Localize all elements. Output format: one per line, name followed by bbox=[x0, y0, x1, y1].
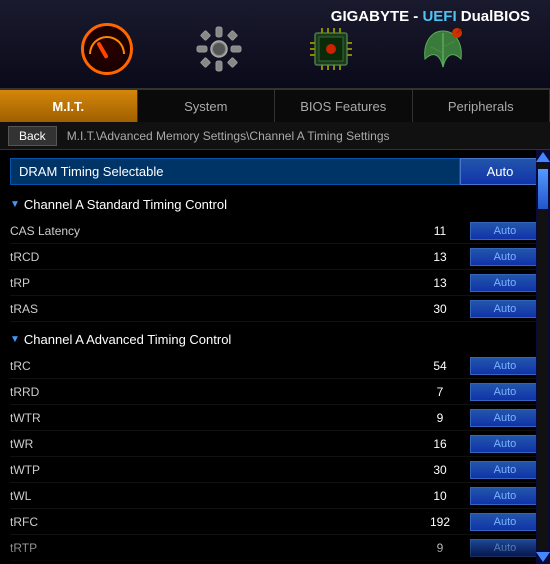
table-row: tRP 13 Auto bbox=[10, 270, 540, 296]
triangle-icon-adv: ▼ bbox=[10, 334, 20, 345]
advanced-timing-header: ▼ Channel A Advanced Timing Control bbox=[10, 332, 540, 347]
table-row: tWTR 9 Auto bbox=[10, 405, 540, 431]
gear-icon bbox=[193, 23, 245, 75]
trrd-btn[interactable]: Auto bbox=[470, 383, 540, 401]
speedometer-icon bbox=[81, 23, 133, 75]
standard-timing-rows: CAS Latency 11 Auto tRCD 13 Auto tRP 13 … bbox=[10, 218, 540, 322]
dram-timing-btn[interactable]: Auto bbox=[460, 158, 540, 185]
system-icon-area bbox=[193, 23, 245, 75]
table-row: tRRD 7 Auto bbox=[10, 379, 540, 405]
back-button[interactable]: Back bbox=[8, 126, 57, 146]
gigabyte-text: GIGABYTE - bbox=[331, 8, 423, 25]
trtp-btn[interactable]: Auto bbox=[470, 539, 540, 557]
table-row: tRTP 9 Auto bbox=[10, 535, 540, 561]
speedometer-arc bbox=[89, 36, 125, 54]
tab-system[interactable]: System bbox=[138, 90, 276, 122]
twr-btn[interactable]: Auto bbox=[470, 435, 540, 453]
bios-icon-area bbox=[305, 23, 357, 75]
trfc-btn[interactable]: Auto bbox=[470, 513, 540, 531]
uefi-text: UEFI bbox=[422, 8, 456, 25]
leaf-icon bbox=[417, 23, 469, 75]
tab-mit[interactable]: M.I.T. bbox=[0, 90, 138, 122]
header: GIGABYTE - UEFI DualBIOS bbox=[0, 0, 550, 90]
dram-timing-row: DRAM Timing Selectable Auto bbox=[10, 158, 540, 185]
chip-icon bbox=[305, 23, 357, 75]
twtp-btn[interactable]: Auto bbox=[470, 461, 540, 479]
mit-icon-area bbox=[81, 23, 133, 75]
tab-bios-features[interactable]: BIOS Features bbox=[275, 90, 413, 122]
tras-btn[interactable]: Auto bbox=[470, 300, 540, 318]
table-row: tWL 10 Auto bbox=[10, 483, 540, 509]
nav-tabs: M.I.T. System BIOS Features Peripherals bbox=[0, 90, 550, 122]
scrollbar[interactable] bbox=[536, 150, 550, 564]
table-row: CAS Latency 11 Auto bbox=[10, 218, 540, 244]
scrollbar-down-arrow[interactable] bbox=[536, 552, 550, 562]
main-content: DRAM Timing Selectable Auto ▼ Channel A … bbox=[0, 150, 550, 564]
twtr-btn[interactable]: Auto bbox=[470, 409, 540, 427]
dualbios-text: DualBIOS bbox=[457, 8, 530, 25]
trp-btn[interactable]: Auto bbox=[470, 274, 540, 292]
twl-btn[interactable]: Auto bbox=[470, 487, 540, 505]
scrollbar-up-arrow[interactable] bbox=[536, 152, 550, 162]
tab-peripherals[interactable]: Peripherals bbox=[413, 90, 550, 122]
table-row: tRFC 192 Auto bbox=[10, 509, 540, 535]
cas-latency-btn[interactable]: Auto bbox=[470, 222, 540, 240]
table-row: tWTP 30 Auto bbox=[10, 457, 540, 483]
table-row: tRAS 30 Auto bbox=[10, 296, 540, 322]
table-row: tRCD 13 Auto bbox=[10, 244, 540, 270]
table-row: tWR 16 Auto bbox=[10, 431, 540, 457]
advanced-timing-rows: tRC 54 Auto tRRD 7 Auto tWTR 9 Auto tWR … bbox=[10, 353, 540, 564]
scrollbar-thumb[interactable] bbox=[538, 169, 548, 209]
scrollbar-track[interactable] bbox=[538, 164, 548, 550]
header-title: GIGABYTE - UEFI DualBIOS bbox=[331, 8, 530, 25]
breadcrumb-path: M.I.T.\Advanced Memory Settings\Channel … bbox=[67, 129, 390, 143]
triangle-icon: ▼ bbox=[10, 199, 20, 210]
dram-timing-label: DRAM Timing Selectable bbox=[10, 158, 460, 185]
table-row: tRC 54 Auto bbox=[10, 353, 540, 379]
trc-btn[interactable]: Auto bbox=[470, 357, 540, 375]
breadcrumb-bar: Back M.I.T.\Advanced Memory Settings\Cha… bbox=[0, 122, 550, 150]
trcd-btn[interactable]: Auto bbox=[470, 248, 540, 266]
peripherals-icon-area bbox=[417, 23, 469, 75]
standard-timing-header: ▼ Channel A Standard Timing Control bbox=[10, 197, 540, 212]
